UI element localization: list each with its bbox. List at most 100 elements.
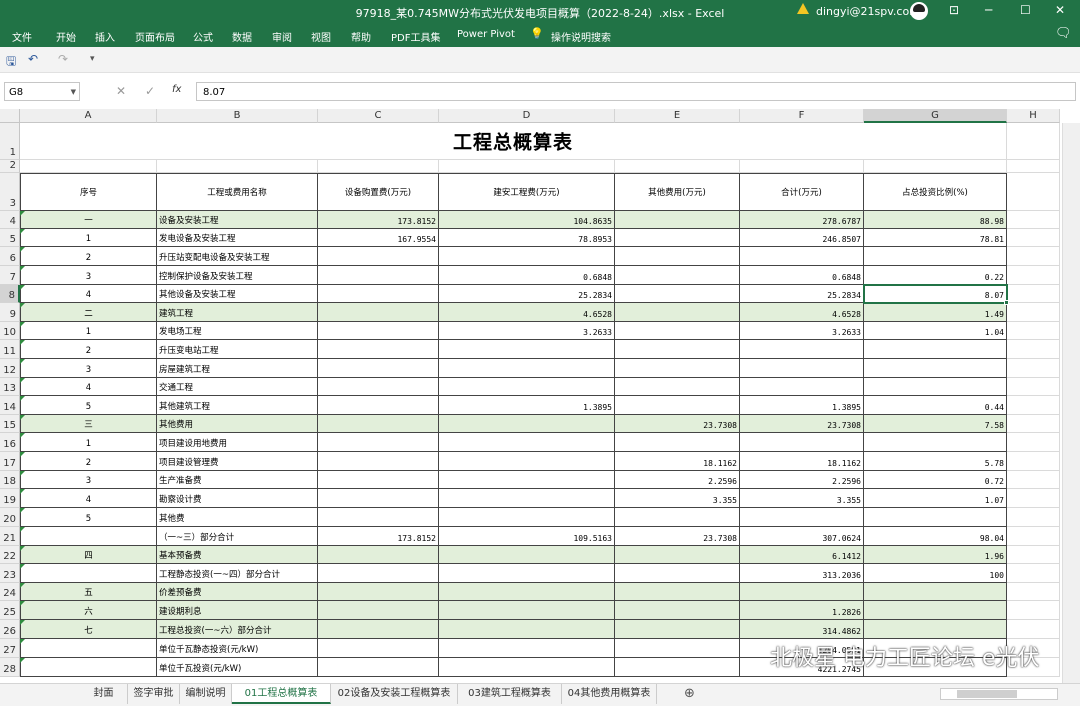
cell[interactable] [1007, 583, 1060, 601]
tab-help[interactable]: 帮助 [351, 29, 371, 44]
table-cell-f[interactable]: 23.7308 [740, 415, 864, 433]
avatar[interactable] [910, 2, 928, 20]
cell[interactable] [1007, 378, 1060, 396]
table-cell-b[interactable]: 其他设备及安装工程 [157, 285, 318, 303]
row-header-1[interactable]: 1 [0, 123, 20, 160]
table-cell-a[interactable]: 1 [20, 229, 157, 247]
sheet-tab-3[interactable]: 编制说明 [180, 684, 232, 704]
cell[interactable] [1007, 123, 1060, 160]
minimize-button[interactable]: ─ [985, 3, 992, 17]
table-cell-e[interactable]: 23.7308 [615, 415, 740, 433]
row-header-8[interactable]: 8 [0, 285, 20, 303]
cell[interactable] [1007, 396, 1060, 415]
name-box[interactable]: G8 ▼ [4, 82, 80, 101]
tab-home[interactable]: 开始 [56, 29, 76, 44]
tab-pdf-tools[interactable]: PDF工具集 [391, 29, 440, 44]
table-cell-a[interactable]: 三 [20, 415, 157, 433]
table-cell-b[interactable]: 生产准备费 [157, 471, 318, 489]
table-cell-e[interactable] [615, 229, 740, 247]
row-header-14[interactable]: 14 [0, 396, 20, 415]
tab-power-pivot[interactable]: Power Pivot [457, 29, 515, 40]
table-cell-g[interactable]: 7.58 [864, 415, 1007, 433]
table-cell-d[interactable] [439, 489, 615, 508]
table-cell-f[interactable]: 18.1162 [740, 452, 864, 471]
table-cell-g[interactable]: 1.07 [864, 489, 1007, 508]
warning-icon[interactable] [797, 3, 809, 14]
cell[interactable] [1007, 433, 1060, 452]
table-cell-f[interactable]: 25.2834 [740, 285, 864, 303]
table-cell-g[interactable]: 0.72 [864, 471, 1007, 489]
table-header-cell[interactable]: 其他费用(万元) [615, 173, 740, 211]
table-cell-f[interactable]: 0.6848 [740, 266, 864, 285]
table-cell-b[interactable]: 设备及安装工程 [157, 211, 318, 229]
row-header-26[interactable]: 26 [0, 620, 20, 639]
table-cell-g[interactable]: 1.96 [864, 546, 1007, 564]
table-cell-e[interactable] [615, 639, 740, 658]
row-header-28[interactable]: 28 [0, 658, 20, 677]
table-cell-b[interactable]: 升压变电站工程 [157, 340, 318, 359]
cell[interactable] [157, 160, 318, 173]
table-cell-g[interactable] [864, 583, 1007, 601]
table-cell-c[interactable]: 167.9554 [318, 229, 439, 247]
table-cell-c[interactable] [318, 433, 439, 452]
row-header-22[interactable]: 22 [0, 546, 20, 564]
table-cell-e[interactable] [615, 546, 740, 564]
table-cell-d[interactable] [439, 508, 615, 527]
table-cell-f[interactable]: 3.2633 [740, 322, 864, 340]
table-cell-d[interactable] [439, 433, 615, 452]
table-cell-d[interactable] [439, 583, 615, 601]
table-cell-d[interactable] [439, 359, 615, 378]
table-cell-d[interactable] [439, 340, 615, 359]
table-cell-c[interactable] [318, 620, 439, 639]
table-cell-f[interactable] [740, 433, 864, 452]
table-cell-d[interactable] [439, 471, 615, 489]
tab-formulas[interactable]: 公式 [193, 29, 213, 44]
table-cell-a[interactable] [20, 564, 157, 583]
table-cell-b[interactable]: 房屋建筑工程 [157, 359, 318, 378]
table-cell-c[interactable] [318, 266, 439, 285]
table-cell-a[interactable]: 5 [20, 396, 157, 415]
table-cell-e[interactable] [615, 359, 740, 378]
row-header-11[interactable]: 11 [0, 340, 20, 359]
table-cell-c[interactable] [318, 452, 439, 471]
table-cell-a[interactable] [20, 527, 157, 546]
table-cell-g[interactable] [864, 340, 1007, 359]
table-cell-g[interactable]: 1.49 [864, 303, 1007, 322]
row-header-27[interactable]: 27 [0, 639, 20, 658]
table-cell-b[interactable]: 价差预备费 [157, 583, 318, 601]
table-cell-d[interactable]: 104.8635 [439, 211, 615, 229]
cell[interactable] [1007, 527, 1060, 546]
table-cell-c[interactable] [318, 508, 439, 527]
table-cell-e[interactable] [615, 658, 740, 677]
table-cell-c[interactable] [318, 285, 439, 303]
cell[interactable] [740, 160, 864, 173]
table-cell-e[interactable] [615, 583, 740, 601]
table-cell-g[interactable] [864, 601, 1007, 620]
table-cell-c[interactable] [318, 322, 439, 340]
cell[interactable] [1007, 266, 1060, 285]
table-cell-f[interactable]: 4.6528 [740, 303, 864, 322]
cell[interactable] [1007, 359, 1060, 378]
table-cell-a[interactable] [20, 639, 157, 658]
table-cell-e[interactable] [615, 396, 740, 415]
table-cell-e[interactable] [615, 378, 740, 396]
table-cell-b[interactable]: 单位千瓦静态投资(元/kW) [157, 639, 318, 658]
cell[interactable] [1007, 340, 1060, 359]
row-header-5[interactable]: 5 [0, 229, 20, 247]
table-cell-e[interactable]: 3.355 [615, 489, 740, 508]
table-cell-e[interactable] [615, 601, 740, 620]
table-cell-a[interactable]: 2 [20, 452, 157, 471]
table-cell-b[interactable]: 工程总投资(一~六）部分合计 [157, 620, 318, 639]
cell[interactable] [1007, 489, 1060, 508]
table-cell-c[interactable] [318, 564, 439, 583]
table-cell-f[interactable]: 3.355 [740, 489, 864, 508]
table-cell-a[interactable]: 一 [20, 211, 157, 229]
tab-data[interactable]: 数据 [232, 29, 252, 44]
table-cell-e[interactable] [615, 322, 740, 340]
table-cell-a[interactable]: 七 [20, 620, 157, 639]
add-sheet-icon[interactable]: ⊕ [684, 686, 695, 701]
cell[interactable] [1007, 415, 1060, 433]
table-cell-g[interactable]: 100 [864, 564, 1007, 583]
table-cell-c[interactable] [318, 303, 439, 322]
chevron-down-icon[interactable]: ▼ [71, 83, 76, 102]
